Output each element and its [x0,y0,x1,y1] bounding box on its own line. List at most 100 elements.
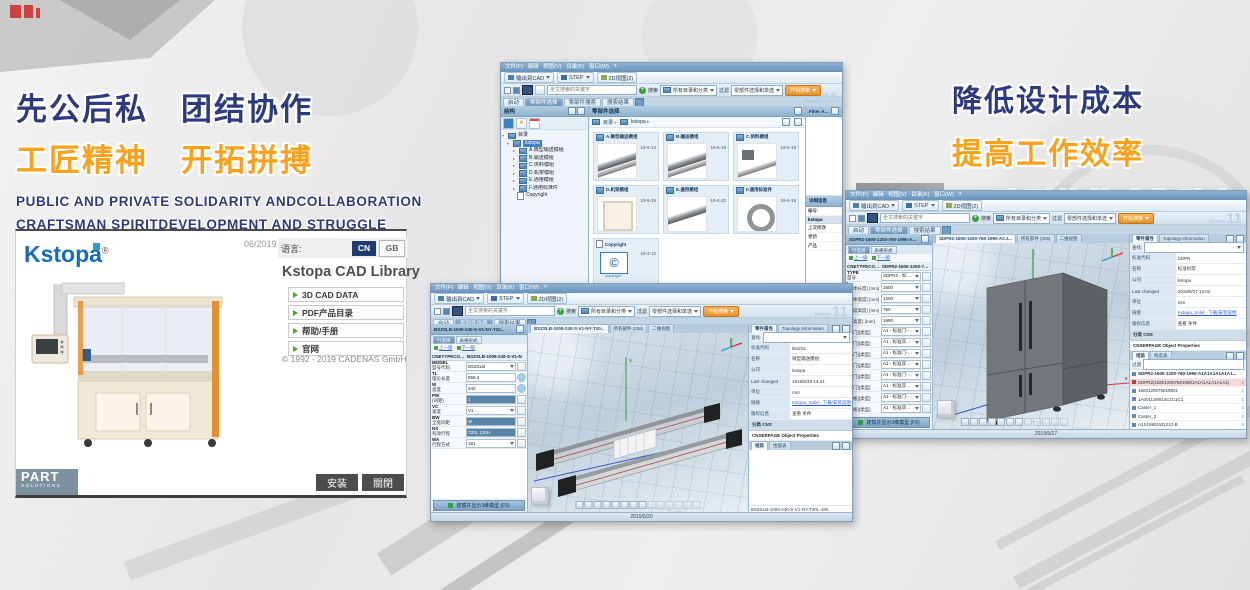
category-card[interactable]: E.通用模组19-4-22 [663,185,729,234]
viewport-tool-icon[interactable] [630,501,638,509]
edit-icon[interactable] [922,382,931,391]
property-search-dropdown[interactable] [1144,242,1244,253]
search-option-checkbox[interactable] [858,215,865,222]
edit-icon[interactable] [517,362,526,371]
tab-table-view[interactable]: 表格形式 [871,246,897,254]
export-cad-button[interactable]: 输出到CAD [434,293,484,304]
download-link[interactable]: Kstopa_Solid - 下载/安装说明 [1176,308,1246,318]
close-icon[interactable] [831,107,839,115]
param-dropdown[interactable]: A1 - 标准门-选择 [881,393,921,402]
start-search-button[interactable]: 开始搜索 [1118,213,1154,224]
tree-item[interactable]: ▸E.通用模组 [502,177,587,185]
breadcrumb-root[interactable]: 目录 [603,119,617,126]
tab-row-select[interactable]: 行选择 [848,246,870,254]
search-option-checkbox[interactable] [504,87,511,94]
edit-icon[interactable] [922,404,931,413]
tree-item[interactable]: ▸D.机架模组 [502,170,587,178]
search-option-checkbox[interactable] [443,308,450,315]
maximize-icon[interactable] [516,325,524,333]
assembly-row[interactable]: SDPR2(1600120076019901A1A1A1A1A1A1)1 [1130,379,1246,388]
viewport-tool-icon[interactable] [1060,418,1068,426]
param-dropdown[interactable]: A1 - 标准双开门-选择 [881,382,921,391]
gear-icon[interactable] [517,373,526,382]
search-option-checkbox[interactable] [849,215,856,222]
menu-bar[interactable]: 文件(F) 编辑 视图(V) 目录(K) 窗口(W) ? [501,63,842,72]
export-cad-button[interactable]: 输出到CAD [504,72,554,83]
maximize-icon[interactable] [794,107,802,115]
scope-dropdown[interactable]: 所有目录和分类 [993,213,1050,224]
add-search-icon[interactable]: + [557,308,564,315]
viewport-tab-part[interactable]: SDPR2-1600-1200-760-1990-ACJ... [935,234,1016,243]
add-search-icon[interactable]: + [639,87,646,94]
language-gb-button[interactable]: GB [379,240,405,257]
viewport-tool-icon[interactable] [970,418,978,426]
edit-icon[interactable] [922,327,931,336]
viewport-tool-icon[interactable] [603,501,611,509]
viewport-tool-icon[interactable] [639,501,647,509]
viewport-tool-icon[interactable] [594,501,602,509]
viewport-tab-2d[interactable]: 二维视图 [648,324,674,333]
edit-icon[interactable] [922,338,931,347]
param-dropdown[interactable]: BSZSLB [466,362,516,371]
category-card[interactable]: D.机架模组19-6-19 [593,185,659,234]
filter-dropdown[interactable]: 零部件选择和单选 [649,306,701,317]
edit-icon[interactable] [517,395,526,404]
edit-icon[interactable] [922,272,931,281]
sort-icon[interactable] [794,118,802,126]
category-card[interactable]: F.通用标准件19-6-19 [733,185,799,234]
viewport-tool-icon[interactable] [657,501,665,509]
edit-icon[interactable] [922,294,931,303]
tab-assembly[interactable]: 组装 [751,441,768,450]
viewport-tool-icon[interactable] [988,418,996,426]
index-button[interactable] [867,213,878,223]
viewport-tool-icon[interactable] [997,418,1005,426]
viewport-tab-2d[interactable]: 二维视图 [1056,234,1082,243]
viewport-3d[interactable]: SDPR2-1600-1200-760-1990-ACJ... 所有部件 (20… [933,234,1129,430]
view-2d-button[interactable]: 2D视图(2) [527,293,568,304]
category-card[interactable]: B.输送模组19-6-19 [663,132,729,181]
navigation-cube[interactable] [531,487,549,505]
menu-bar[interactable]: 文件(F) 编辑 视图(V) 目录(K) 窗口(W) ? [431,284,852,293]
param-dropdown[interactable]: 1200 [881,294,921,303]
param-dropdown[interactable]: SDPR2 - 标准(门) [881,272,921,281]
view-mode-icon[interactable] [782,118,790,126]
filter-dropdown[interactable]: 零部件选择和单选 [731,85,783,96]
view-2d-button[interactable]: 2D视图(2) [942,200,983,211]
viewport-canvas[interactable]: Y [528,333,748,513]
install-button[interactable]: 安装 [316,474,358,491]
edit-icon[interactable] [517,417,526,426]
viewport-tool-icon[interactable] [675,501,683,509]
scope-dropdown[interactable]: 所有目录和分类 [578,306,635,317]
category-card[interactable]: A.微型输送模组19-6-13 [593,132,659,181]
history-calendar-icon[interactable] [529,118,540,129]
export-cad-button[interactable]: 输出到CAD [849,200,899,211]
generate-3d-button[interactable]: 建模并显示3维模型 (F5) [848,417,930,428]
viewport-tool-icon[interactable] [684,501,692,509]
menu-bar[interactable]: 文件(F) 编辑 视图(V) 目录(K) 窗口(W) ? [846,191,1246,200]
param-chip[interactable]: W [466,417,516,426]
param-dropdown[interactable]: A1 - 标准门-选择 [881,327,921,336]
filter-icon[interactable] [535,85,545,95]
tree-item[interactable]: ▸C.供料模组 [502,162,587,170]
assembly-filter-input[interactable] [1143,359,1244,370]
viewport-tool-icon[interactable] [1015,418,1023,426]
param-dropdown[interactable]: A1 - 标准双开门-选择 [881,338,921,347]
viewport-tool-icon[interactable] [979,418,987,426]
language-cn-button[interactable]: CN [352,241,376,256]
tree-item-copyright[interactable]: Copyright [502,192,587,200]
level-down-link[interactable]: 下一级 [872,255,891,261]
param-chip[interactable]: 1 [466,395,516,404]
viewport-tab-all-parts[interactable]: 所有部件 (226) [610,324,648,333]
index-button[interactable] [522,85,533,95]
edit-icon[interactable] [922,360,931,369]
add-search-icon[interactable]: + [972,215,979,222]
assembly-row[interactable]: Caster_14 [1130,404,1246,413]
category-card[interactable]: C.供料模组19-6-19 [733,132,799,181]
assembly-row[interactable]: 16001200760199011 [1130,387,1246,396]
close-icon[interactable] [577,107,585,115]
param-dropdown[interactable]: A1 - 标准门-选择 [881,349,921,358]
favorites-star-icon[interactable]: ★ [516,118,527,129]
edit-icon[interactable] [922,316,931,325]
viewport-tool-icon[interactable] [1006,418,1014,426]
tab-table-view[interactable]: 表格形式 [456,336,482,344]
